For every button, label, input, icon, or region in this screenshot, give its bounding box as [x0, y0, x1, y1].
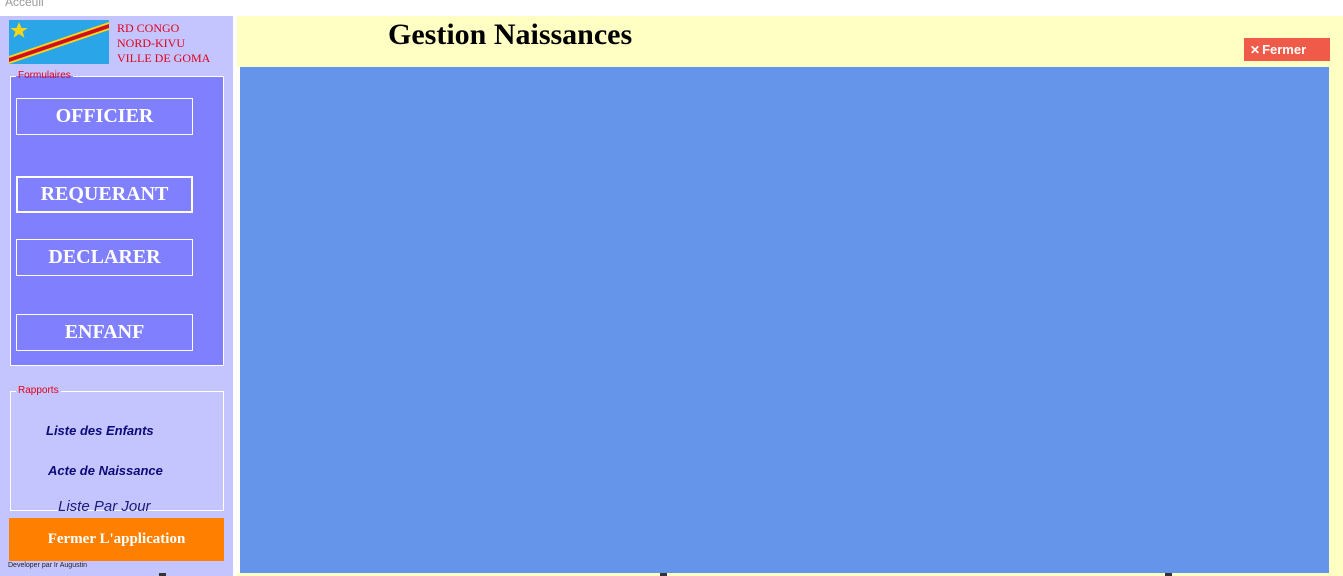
- window-titlebar: Acceuil: [0, 0, 1343, 16]
- header-bar: Gestion Naissances ✕ Fermer: [237, 16, 1343, 67]
- officier-button[interactable]: OFFICIER: [16, 98, 193, 135]
- close-button[interactable]: ✕ Fermer: [1244, 38, 1330, 61]
- main-content-area: [240, 67, 1329, 573]
- declarer-button[interactable]: DECLARER: [16, 239, 193, 276]
- right-border-strip: [1329, 67, 1343, 576]
- close-button-label: Fermer: [1262, 42, 1307, 57]
- window-title: Acceuil: [5, 0, 44, 9]
- forms-group-legend: Formulaires: [18, 70, 71, 81]
- page-title: Gestion Naissances: [388, 18, 633, 51]
- region-label: RD CONGO NORD-KIVU VILLE DE GOMA: [117, 21, 210, 66]
- acte-naissance-link[interactable]: Acte de Naissance: [48, 463, 163, 478]
- reports-group: Rapports Liste des Enfants Acte de Naiss…: [10, 385, 224, 515]
- drc-flag-image: [9, 20, 109, 64]
- region-country: RD CONGO: [117, 21, 180, 35]
- region-city: VILLE DE GOMA: [117, 51, 211, 65]
- forms-group: Formulaires OFFICIER REQUERANT DECLARER …: [10, 71, 224, 366]
- enfant-button[interactable]: ENFANF: [16, 314, 193, 351]
- liste-par-jour-link[interactable]: Liste Par Jour: [58, 498, 151, 515]
- developer-credit: Developer par Ir Augustin: [8, 562, 87, 569]
- quit-application-button[interactable]: Fermer L'application: [9, 518, 224, 561]
- liste-enfants-link[interactable]: Liste des Enfants: [46, 423, 154, 438]
- region-province: NORD-KIVU: [117, 36, 185, 50]
- reports-group-legend: Rapports: [18, 385, 59, 396]
- requerant-button[interactable]: REQUERANT: [16, 176, 193, 213]
- close-icon: ✕: [1250, 43, 1261, 57]
- sidebar: RD CONGO NORD-KIVU VILLE DE GOMA Formula…: [0, 16, 233, 576]
